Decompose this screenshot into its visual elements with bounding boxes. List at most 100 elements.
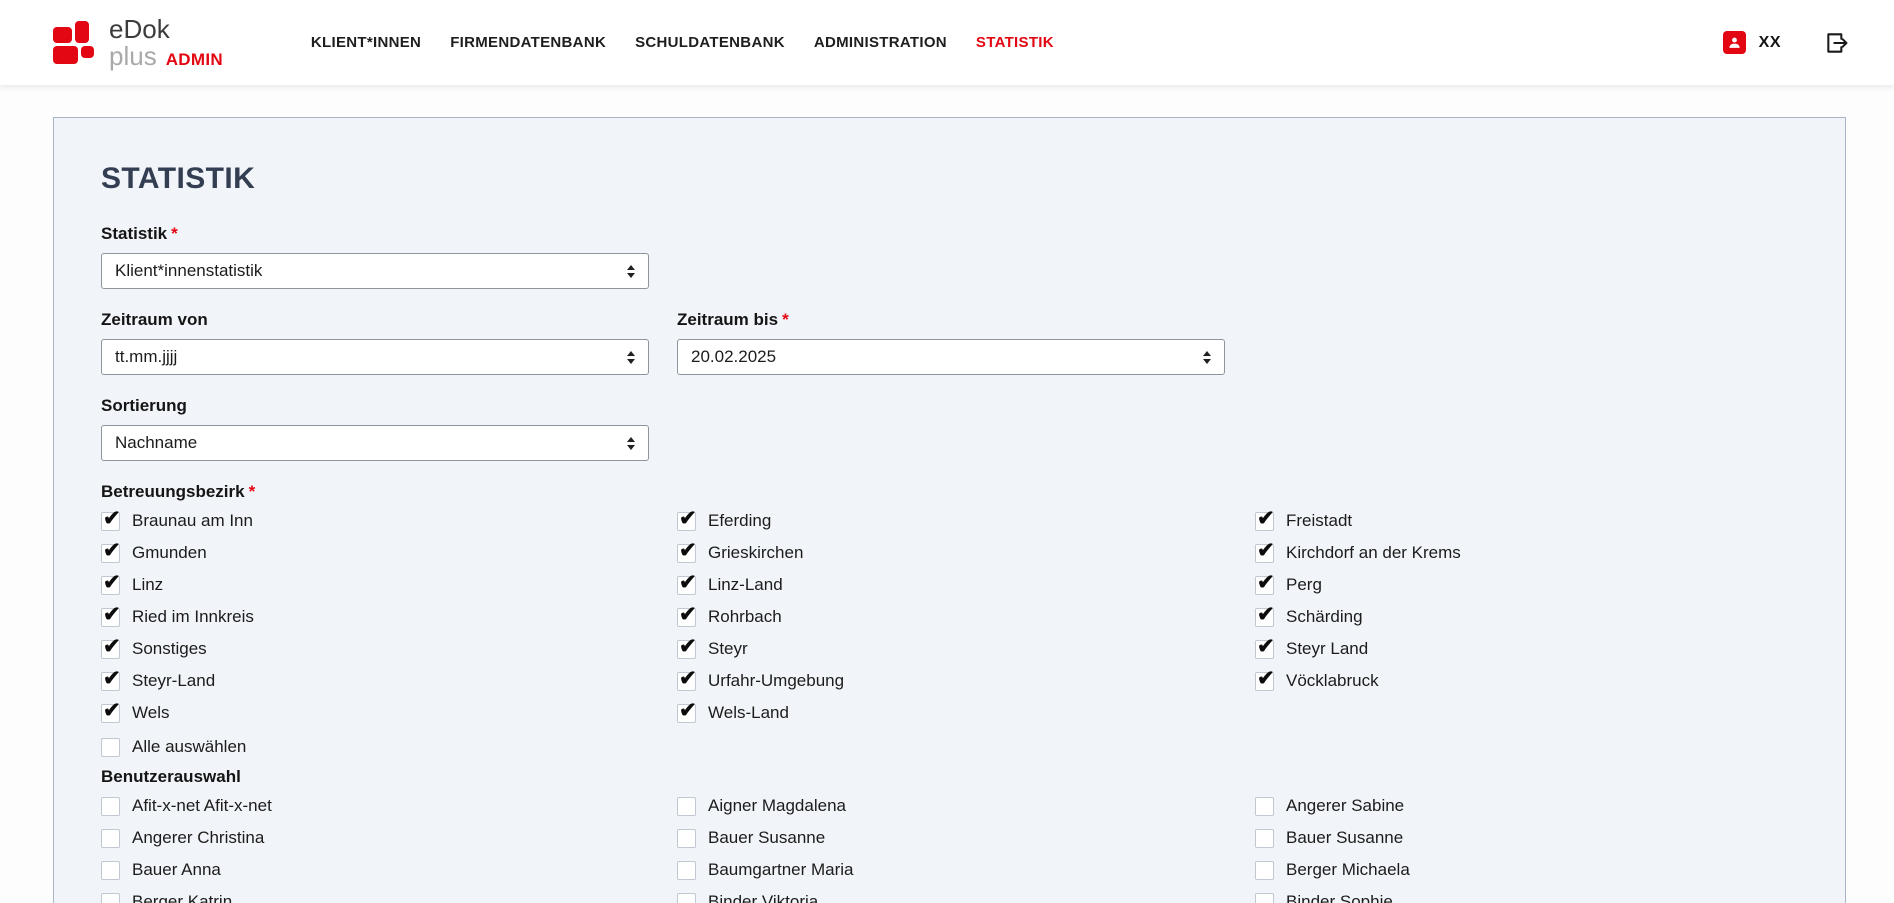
checkbox[interactable] — [101, 797, 120, 816]
checkbox-label: Binder Sophie — [1286, 892, 1393, 903]
checkbox[interactable] — [101, 544, 120, 563]
district-checkbox-item[interactable]: Urfahr-Umgebung — [677, 665, 1255, 697]
nav-item[interactable]: FIRMENDATENBANK — [450, 34, 606, 51]
checkbox[interactable] — [677, 544, 696, 563]
district-checkbox-item[interactable]: Freistadt — [1255, 505, 1805, 537]
checkbox[interactable] — [1255, 640, 1274, 659]
select-all-checkbox-item[interactable]: Alle auswählen — [101, 731, 1805, 763]
checkbox-label: Afit-x-net Afit-x-net — [132, 796, 272, 816]
checkbox[interactable] — [677, 861, 696, 880]
checkbox-label: Urfahr-Umgebung — [708, 671, 844, 691]
district-checkbox-item[interactable]: Wels-Land — [677, 697, 1255, 729]
checkbox[interactable] — [101, 893, 120, 903]
admin-badge: ADMIN — [166, 51, 223, 68]
checkbox[interactable] — [1255, 893, 1274, 903]
user-checkbox-item[interactable]: Bauer Anna — [101, 854, 677, 886]
district-checkbox-item[interactable]: Rohrbach — [677, 601, 1255, 633]
zeitraum-von-select[interactable]: tt.mm.jjjj — [101, 339, 649, 375]
checkbox[interactable] — [101, 640, 120, 659]
checkbox[interactable] — [1255, 512, 1274, 531]
nav-item[interactable]: KLIENT*INNEN — [311, 34, 421, 51]
user-checkbox-item[interactable]: Baumgartner Maria — [677, 854, 1255, 886]
district-checkbox-item[interactable]: Braunau am Inn — [101, 505, 677, 537]
district-checkbox-item[interactable]: Steyr Land — [1255, 633, 1805, 665]
user-checkbox-item[interactable]: Bauer Susanne — [1255, 822, 1805, 854]
user-checkbox-item[interactable]: Angerer Christina — [101, 822, 677, 854]
checkbox[interactable] — [677, 576, 696, 595]
district-checkbox-item[interactable]: Schärding — [1255, 601, 1805, 633]
user-grid: Afit-x-net Afit-x-net Aigner Magdalena A… — [101, 790, 1805, 903]
checkbox[interactable] — [677, 704, 696, 723]
user-checkbox-item[interactable]: Berger Katrin — [101, 886, 677, 903]
select-all-checkbox[interactable] — [101, 738, 120, 757]
header-right: XX — [1723, 30, 1850, 56]
checkbox[interactable] — [1255, 608, 1274, 627]
checkbox-label: Eferding — [708, 511, 771, 531]
statistik-select[interactable]: Klient*innenstatistik — [101, 253, 649, 289]
user-checkbox-item[interactable]: Binder Sophie — [1255, 886, 1805, 903]
district-checkbox-item[interactable]: Ried im Innkreis — [101, 601, 677, 633]
user-checkbox-item[interactable]: Berger Michaela — [1255, 854, 1805, 886]
user-avatar-icon[interactable] — [1723, 31, 1746, 54]
user-checkbox-item[interactable]: Afit-x-net Afit-x-net — [101, 790, 677, 822]
logout-button[interactable] — [1824, 30, 1850, 56]
district-checkbox-item[interactable]: Sonstiges — [101, 633, 677, 665]
checkbox[interactable] — [1255, 797, 1274, 816]
checkbox[interactable] — [677, 672, 696, 691]
sortierung-value: Nachname — [115, 433, 197, 453]
statistik-select-value: Klient*innenstatistik — [115, 261, 262, 281]
checkbox-label: Angerer Sabine — [1286, 796, 1404, 816]
logo-blocks-icon — [53, 18, 98, 68]
checkbox[interactable] — [101, 576, 120, 595]
district-checkbox-item[interactable]: Linz-Land — [677, 569, 1255, 601]
district-checkbox-item[interactable]: Kirchdorf an der Krems — [1255, 537, 1805, 569]
user-checkbox-item[interactable]: Aigner Magdalena — [677, 790, 1255, 822]
checkbox[interactable] — [677, 512, 696, 531]
select-all-label: Alle auswählen — [132, 737, 246, 757]
sortierung-select[interactable]: Nachname — [101, 425, 649, 461]
user-checkbox-item[interactable]: Bauer Susanne — [677, 822, 1255, 854]
checkbox[interactable] — [101, 672, 120, 691]
checkbox[interactable] — [1255, 576, 1274, 595]
district-checkbox-item[interactable]: Steyr-Land — [101, 665, 677, 697]
checkbox[interactable] — [677, 797, 696, 816]
district-checkbox-item[interactable]: Gmunden — [101, 537, 677, 569]
checkbox[interactable] — [1255, 861, 1274, 880]
app-logo[interactable]: eDok plus ADMIN — [53, 16, 223, 69]
user-checkbox-item[interactable]: Binder Viktoria — [677, 886, 1255, 903]
checkbox[interactable] — [101, 704, 120, 723]
checkbox[interactable] — [101, 608, 120, 627]
checkbox[interactable] — [677, 829, 696, 848]
district-checkbox-item[interactable]: Eferding — [677, 505, 1255, 537]
checkbox[interactable] — [101, 829, 120, 848]
checkbox[interactable] — [677, 893, 696, 903]
checkbox[interactable] — [101, 861, 120, 880]
district-checkbox-item[interactable]: Wels — [101, 697, 677, 729]
zeitraum-bis-select[interactable]: 20.02.2025 — [677, 339, 1225, 375]
nav-item[interactable]: STATISTIK — [976, 34, 1054, 51]
checkbox[interactable] — [1255, 672, 1274, 691]
checkbox[interactable] — [1255, 829, 1274, 848]
checkbox[interactable] — [101, 512, 120, 531]
checkbox-label: Bauer Anna — [132, 860, 221, 880]
zeitraum-row: Zeitraum von tt.mm.jjjj Zeitraum bis* 20… — [101, 310, 1805, 375]
nav-item[interactable]: ADMINISTRATION — [814, 34, 947, 51]
checkbox-label: Bauer Susanne — [1286, 828, 1403, 848]
user-initials: XX — [1759, 34, 1781, 52]
district-checkbox-item[interactable]: Perg — [1255, 569, 1805, 601]
select-caret-icon — [1203, 351, 1211, 364]
district-checkbox-item[interactable]: Vöcklabruck — [1255, 665, 1805, 697]
top-header: eDok plus ADMIN KLIENT*INNEN FIRMENDATEN… — [0, 0, 1894, 85]
select-caret-icon — [627, 351, 635, 364]
checkbox[interactable] — [677, 608, 696, 627]
district-checkbox-item[interactable]: Grieskirchen — [677, 537, 1255, 569]
user-checkbox-item[interactable]: Angerer Sabine — [1255, 790, 1805, 822]
zeitraum-bis-label: Zeitraum bis* — [677, 310, 1805, 330]
checkbox[interactable] — [677, 640, 696, 659]
district-checkbox-item[interactable]: Linz — [101, 569, 677, 601]
district-checkbox-item[interactable]: Steyr — [677, 633, 1255, 665]
statistik-card: STATISTIK Statistik* Klient*innenstatist… — [53, 117, 1846, 903]
checkbox-label: Steyr-Land — [132, 671, 215, 691]
checkbox[interactable] — [1255, 544, 1274, 563]
nav-item[interactable]: SCHULDATENBANK — [635, 34, 785, 51]
